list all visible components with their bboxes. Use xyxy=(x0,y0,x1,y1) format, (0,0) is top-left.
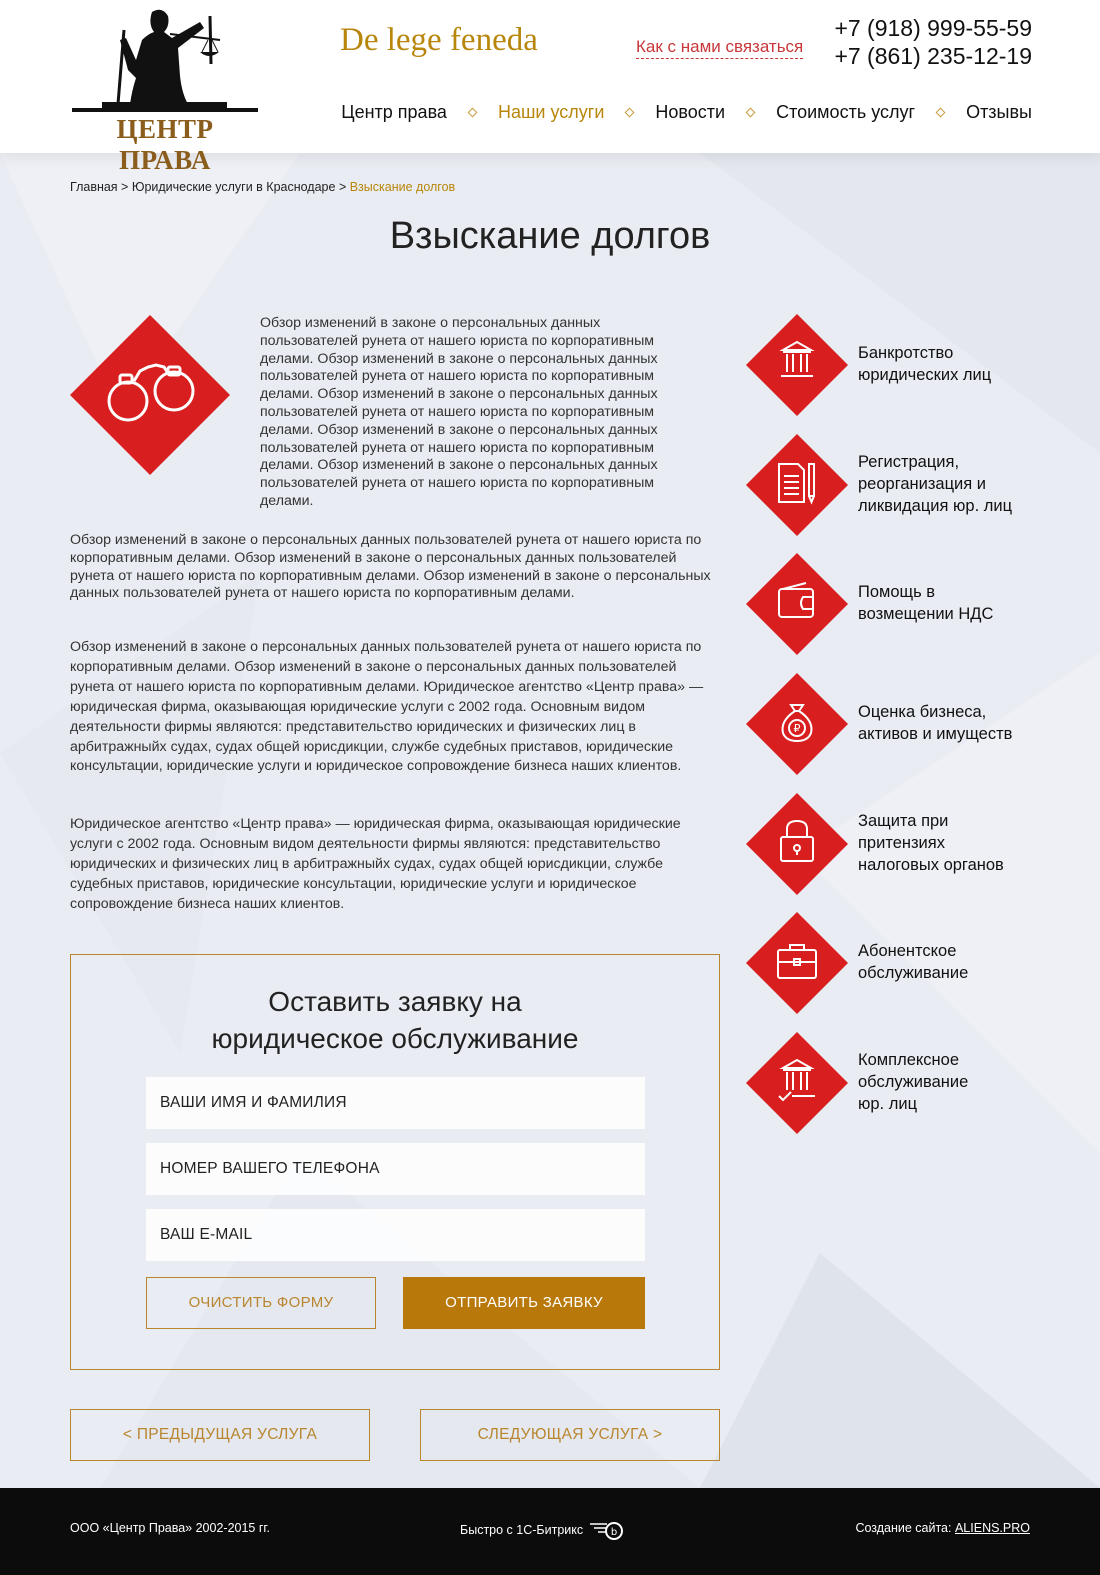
bitrix-text: Быстро с 1С-Битрикс xyxy=(460,1523,584,1537)
site-header: ЦЕНТР ПРАВА De lege feneda Как с нами св… xyxy=(0,0,1100,175)
email-field[interactable]: ВАШ E-MAIL xyxy=(146,1209,645,1261)
service-item-vat[interactable]: Помощь в возмещении НДС xyxy=(746,553,1046,655)
breadcrumb-home[interactable]: Главная xyxy=(70,180,118,194)
nav-item-services[interactable]: Наши услуги xyxy=(498,102,604,123)
form-title-line: Оставить заявку на xyxy=(268,986,522,1017)
phone-number[interactable]: +7 (861) 235-12-19 xyxy=(834,42,1032,70)
svg-text:b: b xyxy=(611,1527,617,1538)
service-label: Защита при притензиях налоговых органов xyxy=(858,812,1004,874)
main-content: Главная > Юридические услуги в Краснодар… xyxy=(0,153,1100,1488)
service-label: Регистрация, реорганизация и ликвидация … xyxy=(858,453,1013,515)
service-item-valuation[interactable]: ₽ Оценка бизнеса, активов и имуществ xyxy=(746,673,1046,775)
credit-link[interactable]: ALIENS.PRO xyxy=(955,1521,1030,1535)
service-item-registration[interactable]: Регистрация, реорганизация и ликвидация … xyxy=(746,434,1046,536)
slogan: De lege feneda xyxy=(340,22,538,58)
nav-item-reviews[interactable]: Отзывы xyxy=(966,102,1032,123)
service-item-complex[interactable]: Комплексное обслуживание юр. лиц xyxy=(746,1032,1046,1134)
service-label: Оценка бизнеса, активов и имуществ xyxy=(858,703,1013,743)
nav-item-prices[interactable]: Стоимость услуг xyxy=(776,102,915,123)
next-service-button[interactable]: СЛЕДУЮЩАЯ УСЛУГА > xyxy=(420,1409,720,1461)
form-title: Оставить заявку на юридическое обслужива… xyxy=(71,983,719,1057)
request-form: Оставить заявку на юридическое обслужива… xyxy=(70,954,720,1370)
intro-text: Обзор изменений в законе о персональных … xyxy=(260,315,658,509)
phone-field[interactable]: НОМЕР ВАШЕГО ТЕЛЕФОНА xyxy=(146,1143,645,1195)
padlock-icon xyxy=(746,793,848,895)
diamond-separator-icon xyxy=(624,107,635,118)
breadcrumb-section[interactable]: Юридические услуги в Краснодаре xyxy=(132,180,336,194)
name-field[interactable]: ВАШИ ИМЯ И ФАМИЛИЯ xyxy=(146,1077,645,1129)
site-credit: Создание сайта: ALIENS.PRO xyxy=(855,1521,1030,1535)
article-paragraph: Юридическое агентство «Центр права» — юр… xyxy=(70,816,681,912)
logo-text: ЦЕНТР ПРАВА xyxy=(116,114,214,175)
svg-text:₽: ₽ xyxy=(794,722,801,735)
service-label: Помощь в возмещении НДС xyxy=(858,583,994,623)
phone-list: +7 (918) 999-55-59 +7 (861) 235-12-19 xyxy=(834,14,1032,70)
nav-item-center[interactable]: Центр права xyxy=(341,102,447,123)
main-nav: Центр права Наши услуги Новости Стоимост… xyxy=(341,102,1032,123)
breadcrumb-current: Взыскание долгов xyxy=(349,180,456,194)
bitrix-badge[interactable]: Быстро с 1С-Битрикс b xyxy=(460,1519,625,1541)
service-label: Абонентское обслуживание xyxy=(858,942,969,982)
submit-request-button[interactable]: ОТПРАВИТЬ ЗАЯВКУ xyxy=(403,1277,645,1329)
service-label: Комплексное обслуживание юр. лиц xyxy=(858,1051,969,1113)
service-item-bankruptcy[interactable]: Банкротство юридических лиц xyxy=(746,314,1046,416)
themis-statue-icon xyxy=(72,9,258,112)
credit-label: Создание сайта: xyxy=(855,1521,952,1535)
diamond-separator-icon xyxy=(467,107,478,118)
handcuffs-icon xyxy=(70,315,230,475)
service-item-tax-protection[interactable]: Защита при притензиях налоговых органов xyxy=(746,793,1046,895)
article-paragraph: Обзор изменений в законе о персональных … xyxy=(70,639,704,775)
document-pen-icon xyxy=(746,434,848,536)
bank-check-icon xyxy=(746,1032,848,1134)
phone-number[interactable]: +7 (918) 999-55-59 xyxy=(834,14,1032,42)
page-title: Взыскание долгов xyxy=(389,215,711,257)
contact-link[interactable]: Как с нами связаться xyxy=(636,37,804,59)
briefcase-icon xyxy=(746,912,848,1014)
breadcrumb-separator: > xyxy=(335,180,350,194)
money-bag-icon: ₽ xyxy=(746,673,848,775)
diamond-separator-icon xyxy=(745,107,756,118)
copyright: ООО «Центр Права» 2002-2015 гг. xyxy=(70,1521,270,1535)
site-footer: ООО «Центр Права» 2002-2015 гг. Быстро с… xyxy=(0,1488,1100,1575)
bitrix-logo-icon: b xyxy=(590,1522,624,1540)
nav-item-news[interactable]: Новости xyxy=(655,102,725,123)
service-label: Банкротство юридических лиц xyxy=(858,344,992,384)
breadcrumb-separator: > xyxy=(117,180,132,194)
wallet-icon xyxy=(746,553,848,655)
form-title-line: юридическое обслуживание xyxy=(211,1023,579,1054)
logo[interactable]: ЦЕНТР ПРАВА xyxy=(70,4,260,175)
clear-form-button[interactable]: ОЧИСТИТЬ ФОРМУ xyxy=(146,1277,376,1329)
bank-icon xyxy=(746,314,848,416)
previous-service-button[interactable]: < ПРЕДЫДУЩАЯ УСЛУГА xyxy=(70,1409,370,1461)
breadcrumb: Главная > Юридические услуги в Краснодар… xyxy=(70,180,455,194)
article-paragraph: Обзор изменений в законе о персональных … xyxy=(70,532,711,602)
service-item-subscription[interactable]: Абонентское обслуживание xyxy=(746,912,1046,1014)
diamond-separator-icon xyxy=(935,107,946,118)
